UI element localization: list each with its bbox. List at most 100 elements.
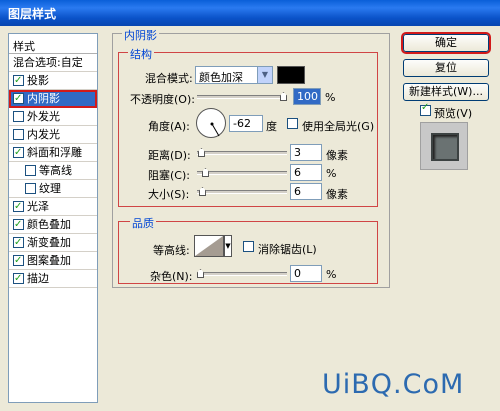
layer-style-dialog: 图层样式 样式 混合选项:自定投影内阴影外发光内发光斜面和浮雕等高线纹理光泽颜色… — [0, 0, 500, 411]
style-item[interactable]: 光泽 — [9, 198, 97, 216]
distance-slider[interactable] — [197, 151, 287, 155]
choke-unit: % — [326, 167, 337, 180]
styles-items: 混合选项:自定投影内阴影外发光内发光斜面和浮雕等高线纹理光泽颜色叠加渐变叠加图案… — [9, 54, 97, 288]
distance-value: 3 — [294, 146, 301, 159]
blend-color-swatch[interactable] — [277, 66, 305, 84]
style-item-checkbox[interactable] — [13, 216, 24, 234]
noise-label: 杂色(N): — [150, 270, 193, 283]
style-item-label: 描边 — [27, 271, 49, 285]
choke-value: 6 — [294, 166, 301, 179]
style-item-checkbox[interactable] — [13, 270, 24, 288]
size-input[interactable]: 6 — [290, 183, 322, 200]
choke-label: 阻塞(C): — [148, 169, 190, 182]
style-item[interactable]: 颜色叠加 — [9, 216, 97, 234]
style-item-label: 颜色叠加 — [27, 217, 71, 231]
blend-mode-value: 颜色加深 — [199, 71, 243, 84]
contour-label: 等高线: — [153, 244, 190, 257]
style-preview — [420, 122, 468, 170]
contour-dropdown-icon[interactable]: ▼ — [224, 235, 232, 257]
opacity-value: 100 — [297, 90, 318, 103]
style-item-checkbox[interactable] — [13, 252, 24, 270]
style-item[interactable]: 外发光 — [9, 108, 97, 126]
style-item[interactable]: 内阴影 — [9, 90, 97, 108]
watermark: UiBQ.CoM — [322, 369, 465, 400]
style-item-label: 等高线 — [39, 163, 72, 177]
distance-unit: 像素 — [326, 149, 348, 162]
size-unit: 像素 — [326, 188, 348, 201]
style-item-label: 渐变叠加 — [27, 235, 71, 249]
size-label: 大小(S): — [148, 188, 190, 201]
noise-unit: % — [326, 268, 337, 281]
preview-label: 预览(V) — [434, 107, 473, 120]
anti-alias-checkbox[interactable] — [243, 241, 254, 252]
noise-input[interactable]: 0 — [290, 265, 322, 282]
noise-value: 0 — [294, 267, 301, 280]
blend-mode-label: 混合模式: — [145, 72, 193, 85]
style-item-checkbox[interactable] — [13, 129, 24, 140]
style-item[interactable]: 内发光 — [9, 126, 97, 144]
global-light-label: 使用全局光(G) — [302, 120, 375, 133]
opacity-input[interactable]: 100 — [293, 88, 321, 105]
structure-title: 结构 — [128, 46, 154, 62]
style-item-checkbox[interactable] — [13, 111, 24, 122]
style-item-label: 斜面和浮雕 — [27, 145, 82, 159]
size-slider[interactable] — [197, 190, 287, 194]
styles-list-header[interactable]: 样式 — [9, 34, 97, 54]
reset-button-label: 复位 — [435, 61, 457, 74]
anti-alias-label: 消除锯齿(L) — [258, 243, 317, 256]
window-title: 图层样式 — [8, 7, 57, 21]
distance-input[interactable]: 3 — [290, 144, 322, 161]
style-item-label: 混合选项:自定 — [13, 55, 83, 69]
choke-slider[interactable] — [197, 171, 287, 175]
style-item[interactable]: 混合选项:自定 — [9, 54, 97, 72]
ok-button-label: 确定 — [435, 36, 457, 49]
style-item[interactable]: 图案叠加 — [9, 252, 97, 270]
angle-input[interactable]: -62 — [229, 115, 263, 132]
chevron-down-icon: ▼ — [257, 67, 272, 83]
style-item-checkbox[interactable] — [13, 72, 24, 90]
choke-input[interactable]: 6 — [290, 164, 322, 181]
style-item-checkbox[interactable] — [13, 144, 24, 162]
style-item-label: 光泽 — [27, 199, 49, 213]
style-preview-swatch — [431, 133, 459, 161]
contour-curve-icon — [195, 236, 223, 256]
global-light-checkbox[interactable] — [287, 118, 298, 129]
style-item[interactable]: 等高线 — [9, 162, 97, 180]
angle-dial-needle — [210, 122, 220, 137]
contour-picker[interactable] — [194, 235, 224, 257]
opacity-label: 不透明度(O): — [130, 93, 195, 106]
title-bar[interactable]: 图层样式 — [0, 0, 500, 26]
style-item-checkbox[interactable] — [13, 90, 24, 108]
opacity-slider[interactable] — [197, 95, 287, 99]
style-item[interactable]: 描边 — [9, 270, 97, 288]
style-item-label: 内阴影 — [27, 91, 60, 105]
style-item-label: 投影 — [27, 73, 49, 87]
angle-value: -62 — [233, 117, 251, 130]
inner-shadow-title: 内阴影 — [122, 27, 159, 43]
size-value: 6 — [294, 185, 301, 198]
angle-dial[interactable] — [196, 108, 226, 138]
styles-header-label: 样式 — [13, 40, 35, 53]
noise-slider[interactable] — [197, 272, 287, 276]
blend-mode-select[interactable]: 颜色加深 ▼ — [195, 66, 273, 84]
styles-list: 样式 混合选项:自定投影内阴影外发光内发光斜面和浮雕等高线纹理光泽颜色叠加渐变叠… — [8, 33, 98, 403]
style-item-label: 纹理 — [39, 181, 61, 195]
style-item-checkbox[interactable] — [25, 165, 36, 176]
style-item[interactable]: 投影 — [9, 72, 97, 90]
style-item-label: 图案叠加 — [27, 253, 71, 267]
angle-label: 角度(A): — [148, 120, 190, 133]
new-style-button[interactable]: 新建样式(W)... — [403, 83, 489, 101]
style-item[interactable]: 纹理 — [9, 180, 97, 198]
opacity-unit: % — [325, 91, 336, 104]
style-item[interactable]: 渐变叠加 — [9, 234, 97, 252]
ok-button[interactable]: 确定 — [401, 32, 491, 54]
style-item-checkbox[interactable] — [25, 183, 36, 194]
style-item-checkbox[interactable] — [13, 234, 24, 252]
preview-checkbox[interactable] — [420, 102, 431, 116]
style-item-checkbox[interactable] — [13, 198, 24, 216]
style-item-label: 内发光 — [27, 127, 60, 141]
angle-unit: 度 — [266, 120, 277, 133]
style-item-label: 外发光 — [27, 109, 60, 123]
reset-button[interactable]: 复位 — [403, 59, 489, 77]
style-item[interactable]: 斜面和浮雕 — [9, 144, 97, 162]
